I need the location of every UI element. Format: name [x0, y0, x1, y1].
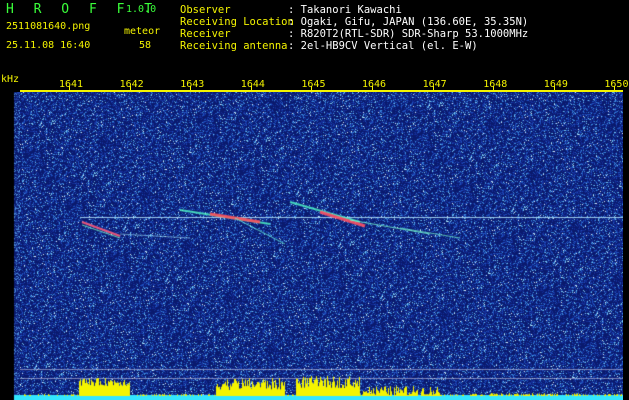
x-tick-label: 1643 [180, 79, 205, 90]
x-tick-label: 1648 [483, 79, 508, 90]
x-tick-label: 1649 [543, 79, 568, 90]
header-panel: H R O F F T 1.0.0 2511081640.png meteor … [0, 0, 629, 72]
x-tick-label: 1650 [604, 79, 629, 90]
location-label: Receiving Location [180, 16, 294, 28]
x-tick-label: 1646 [362, 79, 387, 90]
location-value: : Ogaki, Gifu, JAPAN (136.60E, 35.35N) [288, 16, 529, 28]
x-tick-label: 1644 [240, 79, 265, 90]
x-tick-label: 1645 [301, 79, 326, 90]
observer-value: : Takanori Kawachi [288, 4, 402, 16]
left-margin-strip [0, 92, 20, 400]
x-tick-label: 1641 [59, 79, 84, 90]
receiver-value: : R820T2(RTL-SDR) SDR-Sharp 53.1000MHz [288, 28, 529, 40]
app-version: 1.0.0 [126, 4, 157, 15]
spectrogram-canvas [20, 92, 623, 400]
antenna-value: : 2el-HB9CV Vertical (el. E-W) [288, 40, 478, 52]
x-tick-label: 1642 [119, 79, 144, 90]
meteor-count: 58 [139, 40, 152, 51]
observer-label: Observer [180, 4, 231, 16]
antenna-label: Receiving antenna [180, 40, 288, 52]
capture-datetime: 25.11.08 16:40 [6, 40, 91, 51]
receiver-label: Receiver [180, 28, 231, 40]
mode-label: meteor [124, 26, 161, 37]
y-unit-label: kHz [1, 74, 20, 85]
x-tick-label: 1647 [422, 79, 447, 90]
file-name: 2511081640.png [6, 21, 91, 32]
